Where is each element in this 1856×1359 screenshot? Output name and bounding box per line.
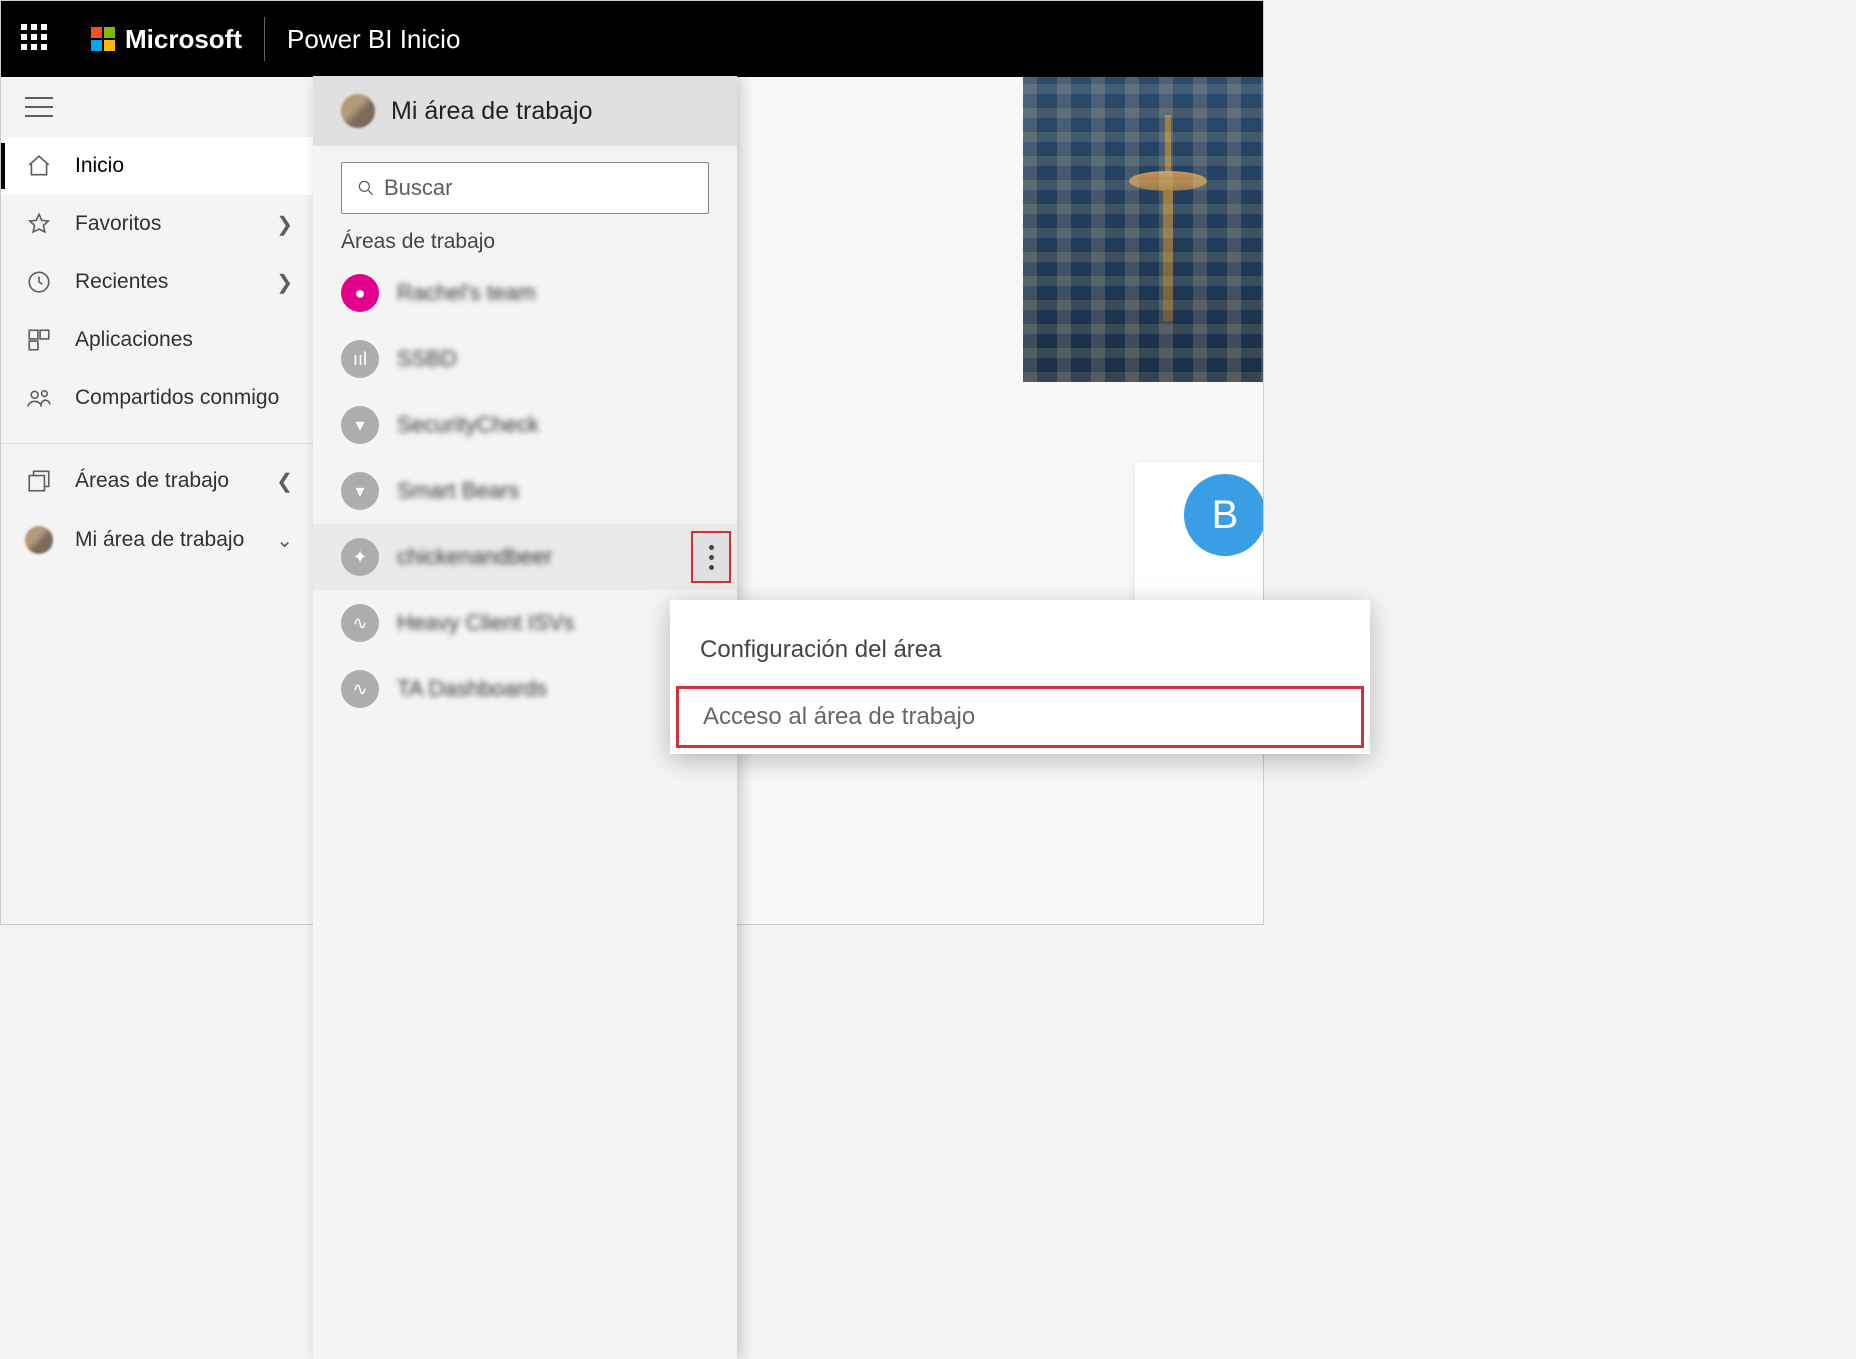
more-options-button[interactable] <box>691 531 731 583</box>
nav-label: Mi área de trabajo <box>75 528 244 552</box>
hamburger-button[interactable] <box>1 77 313 137</box>
workspace-badge-icon: ∿ <box>341 670 379 708</box>
nav-item-shared[interactable]: Compartidos conmigo <box>1 369 313 427</box>
search-icon <box>356 178 376 198</box>
nav-item-recent[interactable]: Recientes ❯ <box>1 253 313 311</box>
workspace-name: Rachel's team <box>397 280 536 306</box>
avatar-icon <box>25 526 53 554</box>
card-avatar: B <box>1184 474 1263 556</box>
separator <box>264 17 265 61</box>
nav-label: Aplicaciones <box>75 328 193 352</box>
brand-text: Microsoft <box>125 24 242 55</box>
workspace-badge-icon: ∿ <box>341 604 379 642</box>
workspace-name: TA Dashboards <box>397 676 547 702</box>
chevron-left-icon: ❮ <box>276 469 293 494</box>
top-bar: Microsoft Power BI Inicio <box>1 1 1263 77</box>
nav-item-workspaces[interactable]: Áreas de trabajo ❮ <box>1 452 313 510</box>
app-title: Power BI Inicio <box>287 24 460 55</box>
divider <box>1 443 313 444</box>
workspace-badge-icon: ● <box>341 274 379 312</box>
nav-item-my-workspace[interactable]: Mi área de trabajo ⌄ <box>1 510 313 570</box>
more-icon <box>709 545 714 570</box>
workspace-name: Smart Bears <box>397 478 519 504</box>
sidebar: Inicio Favoritos ❯ Recientes ❯ Aplicacio… <box>1 77 314 924</box>
workspace-badge-icon: ▾ <box>341 406 379 444</box>
menu-item-access[interactable]: Acceso al área de trabajo <box>676 686 1364 748</box>
flyout-header[interactable]: Mi área de trabajo <box>313 76 737 146</box>
workspaces-icon <box>25 468 53 494</box>
clock-icon <box>25 269 53 295</box>
workspace-item[interactable]: ▾ SecurityCheck <box>313 392 737 458</box>
apps-icon <box>25 327 53 353</box>
nav-label: Compartidos conmigo <box>75 386 279 410</box>
nav-label: Recientes <box>75 270 168 294</box>
nav-label: Áreas de trabajo <box>75 469 229 493</box>
workspace-badge-icon: ✦ <box>341 538 379 576</box>
workspace-item[interactable]: ııl SSBD <box>313 326 737 392</box>
nav-label: Inicio <box>75 154 124 178</box>
workspace-name: Heavy Client ISVs <box>397 610 574 636</box>
section-label: Áreas de trabajo <box>313 224 737 260</box>
flyout-title: Mi área de trabajo <box>391 97 593 126</box>
app-launcher-icon[interactable] <box>21 24 51 54</box>
nav-item-favorites[interactable]: Favoritos ❯ <box>1 195 313 253</box>
workspace-item[interactable]: ● Rachel's team <box>313 260 737 326</box>
microsoft-logo-icon <box>91 27 115 51</box>
workspace-badge-icon: ▾ <box>341 472 379 510</box>
menu-item-settings[interactable]: Configuración del área <box>670 618 1370 682</box>
hero-image <box>1023 77 1263 382</box>
workspace-context-menu: Configuración del área Acceso al área de… <box>670 600 1370 754</box>
search-placeholder: Buscar <box>384 175 452 201</box>
nav-item-apps[interactable]: Aplicaciones <box>1 311 313 369</box>
chevron-down-icon: ⌄ <box>276 528 293 553</box>
search-input[interactable]: Buscar <box>341 162 709 214</box>
chevron-right-icon: ❯ <box>276 212 293 237</box>
workspace-item[interactable]: ✦ chickenandbeer <box>313 524 737 590</box>
star-icon <box>25 211 53 237</box>
nav-item-home[interactable]: Inicio <box>1 137 313 195</box>
chevron-right-icon: ❯ <box>276 270 293 295</box>
workspace-badge-icon: ııl <box>341 340 379 378</box>
nav-label: Favoritos <box>75 212 161 236</box>
avatar-icon <box>341 94 375 128</box>
workspace-name: SecurityCheck <box>397 412 539 438</box>
workspace-name: SSBD <box>397 346 457 372</box>
workspace-item[interactable]: ▾ Smart Bears <box>313 458 737 524</box>
people-icon <box>25 385 53 411</box>
home-icon <box>25 153 53 179</box>
hamburger-icon <box>25 97 53 117</box>
workspace-name: chickenandbeer <box>397 544 552 570</box>
